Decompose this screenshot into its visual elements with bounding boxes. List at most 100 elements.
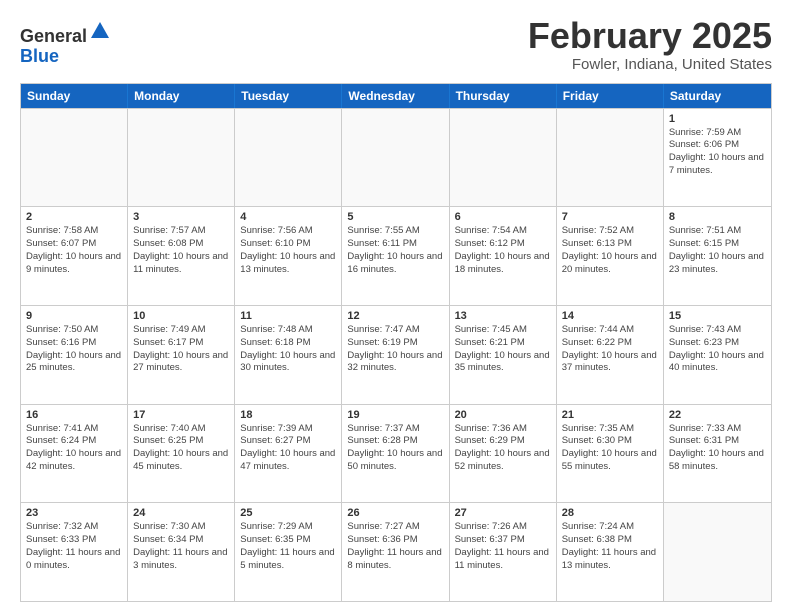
day-number: 2 [26, 211, 122, 223]
logo-blue-text: Blue [20, 47, 111, 67]
calendar-cell: 16Sunrise: 7:41 AM Sunset: 6:24 PM Dayli… [21, 405, 128, 503]
month-year: February 2025 [528, 16, 772, 56]
calendar-cell: 2 Sunrise: 7:58 AM Sunset: 6:07 PM Daylig… [21, 207, 128, 305]
calendar-row-0: 1 Sunrise: 7:59 AM Sunset: 6:06 PM Daylig… [21, 108, 771, 207]
calendar-cell: 13 Sunrise: 7:45 AM Sunset: 6:21 PM Dayli… [450, 306, 557, 404]
cell-text: Sunrise: 7:56 AM Sunset: 6:10 PM Dayligh… [240, 225, 336, 276]
title-area: February 2025 Fowler, Indiana, United St… [528, 16, 772, 73]
calendar-cell: 25Sunrise: 7:29 AM Sunset: 6:35 PM Dayli… [235, 503, 342, 601]
calendar-cell [450, 109, 557, 207]
calendar-cell: 5 Sunrise: 7:55 AM Sunset: 6:11 PM Daylig… [342, 207, 449, 305]
day-number: 10 [133, 310, 229, 322]
day-number: 13 [455, 310, 551, 322]
cell-text: Sunrise: 7:50 AM Sunset: 6:16 PM Dayligh… [26, 324, 122, 375]
calendar-cell: 26 Sunrise: 7:27 AM Sunset: 6:36 PM Dayli… [342, 503, 449, 601]
day-number: 17 [133, 409, 229, 421]
calendar-cell [342, 109, 449, 207]
day-number: 11 [240, 310, 336, 322]
calendar-cell: 10Sunrise: 7:49 AM Sunset: 6:17 PM Dayli… [128, 306, 235, 404]
day-number: 23 [26, 507, 122, 519]
calendar-cell [21, 109, 128, 207]
calendar-cell [128, 109, 235, 207]
cell-text: Sunrise: 7:43 AM Sunset: 6:23 PM Dayligh… [669, 324, 766, 375]
calendar-cell: 4 Sunrise: 7:56 AM Sunset: 6:10 PM Daylig… [235, 207, 342, 305]
day-number: 3 [133, 211, 229, 223]
calendar-cell: 17 Sunrise: 7:40 AM Sunset: 6:25 PM Dayli… [128, 405, 235, 503]
day-number: 22 [669, 409, 766, 421]
calendar-cell: 14Sunrise: 7:44 AM Sunset: 6:22 PM Dayli… [557, 306, 664, 404]
calendar-cell: 23 Sunrise: 7:32 AM Sunset: 6:33 PM Dayli… [21, 503, 128, 601]
calendar-cell [557, 109, 664, 207]
calendar-container: SundayMondayTuesdayWednesdayThursdayFrid… [20, 83, 772, 602]
calendar-row-2: 9 Sunrise: 7:50 AM Sunset: 6:16 PM Daylig… [21, 305, 771, 404]
calendar-cell [235, 109, 342, 207]
cell-text: Sunrise: 7:52 AM Sunset: 6:13 PM Dayligh… [562, 225, 658, 276]
day-number: 7 [562, 211, 658, 223]
header-cell-thursday: Thursday [450, 84, 557, 108]
cell-text: Sunrise: 7:39 AM Sunset: 6:27 PM Dayligh… [240, 423, 336, 474]
calendar-cell: 11 Sunrise: 7:48 AM Sunset: 6:18 PM Dayli… [235, 306, 342, 404]
calendar-cell: 20Sunrise: 7:36 AM Sunset: 6:29 PM Dayli… [450, 405, 557, 503]
page: General Blue February 2025 Fowler, India… [0, 0, 792, 612]
calendar-cell: 7 Sunrise: 7:52 AM Sunset: 6:13 PM Daylig… [557, 207, 664, 305]
header: General Blue February 2025 Fowler, India… [20, 16, 772, 73]
header-cell-sunday: Sunday [21, 84, 128, 108]
header-cell-saturday: Saturday [664, 84, 771, 108]
cell-text: Sunrise: 7:54 AM Sunset: 6:12 PM Dayligh… [455, 225, 551, 276]
calendar-body: 1 Sunrise: 7:59 AM Sunset: 6:06 PM Daylig… [21, 108, 771, 601]
cell-text: Sunrise: 7:26 AM Sunset: 6:37 PM Dayligh… [455, 521, 551, 572]
cell-text: Sunrise: 7:27 AM Sunset: 6:36 PM Dayligh… [347, 521, 443, 572]
calendar-cell: 15 Sunrise: 7:43 AM Sunset: 6:23 PM Dayli… [664, 306, 771, 404]
calendar-cell: 19 Sunrise: 7:37 AM Sunset: 6:28 PM Dayli… [342, 405, 449, 503]
day-number: 12 [347, 310, 443, 322]
cell-text: Sunrise: 7:33 AM Sunset: 6:31 PM Dayligh… [669, 423, 766, 474]
day-number: 25 [240, 507, 336, 519]
calendar-cell: 24Sunrise: 7:30 AM Sunset: 6:34 PM Dayli… [128, 503, 235, 601]
day-number: 20 [455, 409, 551, 421]
calendar-row-3: 16Sunrise: 7:41 AM Sunset: 6:24 PM Dayli… [21, 404, 771, 503]
cell-text: Sunrise: 7:32 AM Sunset: 6:33 PM Dayligh… [26, 521, 122, 572]
cell-text: Sunrise: 7:40 AM Sunset: 6:25 PM Dayligh… [133, 423, 229, 474]
calendar-cell: 27 Sunrise: 7:26 AM Sunset: 6:37 PM Dayli… [450, 503, 557, 601]
logo-blue: Blue [20, 46, 59, 66]
cell-text: Sunrise: 7:58 AM Sunset: 6:07 PM Dayligh… [26, 225, 122, 276]
cell-text: Sunrise: 7:45 AM Sunset: 6:21 PM Dayligh… [455, 324, 551, 375]
cell-text: Sunrise: 7:59 AM Sunset: 6:06 PM Dayligh… [669, 127, 766, 178]
calendar-row-1: 2 Sunrise: 7:58 AM Sunset: 6:07 PM Daylig… [21, 206, 771, 305]
day-number: 18 [240, 409, 336, 421]
calendar-cell: 12 Sunrise: 7:47 AM Sunset: 6:19 PM Dayli… [342, 306, 449, 404]
calendar-cell: 8 Sunrise: 7:51 AM Sunset: 6:15 PM Daylig… [664, 207, 771, 305]
cell-text: Sunrise: 7:47 AM Sunset: 6:19 PM Dayligh… [347, 324, 443, 375]
cell-text: Sunrise: 7:55 AM Sunset: 6:11 PM Dayligh… [347, 225, 443, 276]
calendar-header: SundayMondayTuesdayWednesdayThursdayFrid… [21, 84, 771, 108]
cell-text: Sunrise: 7:37 AM Sunset: 6:28 PM Dayligh… [347, 423, 443, 474]
cell-text: Sunrise: 7:24 AM Sunset: 6:38 PM Dayligh… [562, 521, 658, 572]
calendar-cell: 28Sunrise: 7:24 AM Sunset: 6:38 PM Dayli… [557, 503, 664, 601]
day-number: 19 [347, 409, 443, 421]
calendar-cell: 22 Sunrise: 7:33 AM Sunset: 6:31 PM Dayli… [664, 405, 771, 503]
day-number: 15 [669, 310, 766, 322]
day-number: 5 [347, 211, 443, 223]
day-number: 26 [347, 507, 443, 519]
cell-text: Sunrise: 7:51 AM Sunset: 6:15 PM Dayligh… [669, 225, 766, 276]
logo-text: General [20, 20, 111, 47]
day-number: 4 [240, 211, 336, 223]
cell-text: Sunrise: 7:48 AM Sunset: 6:18 PM Dayligh… [240, 324, 336, 375]
day-number: 16 [26, 409, 122, 421]
calendar-cell: 3Sunrise: 7:57 AM Sunset: 6:08 PM Daylig… [128, 207, 235, 305]
day-number: 14 [562, 310, 658, 322]
day-number: 24 [133, 507, 229, 519]
cell-text: Sunrise: 7:35 AM Sunset: 6:30 PM Dayligh… [562, 423, 658, 474]
calendar-cell: 18 Sunrise: 7:39 AM Sunset: 6:27 PM Dayli… [235, 405, 342, 503]
calendar-cell [664, 503, 771, 601]
location: Fowler, Indiana, United States [528, 56, 772, 73]
day-number: 9 [26, 310, 122, 322]
day-number: 27 [455, 507, 551, 519]
day-number: 8 [669, 211, 766, 223]
logo: General Blue [20, 20, 111, 67]
day-number: 1 [669, 113, 766, 125]
day-number: 6 [455, 211, 551, 223]
day-number: 21 [562, 409, 658, 421]
calendar-row-4: 23 Sunrise: 7:32 AM Sunset: 6:33 PM Dayli… [21, 502, 771, 601]
header-cell-friday: Friday [557, 84, 664, 108]
